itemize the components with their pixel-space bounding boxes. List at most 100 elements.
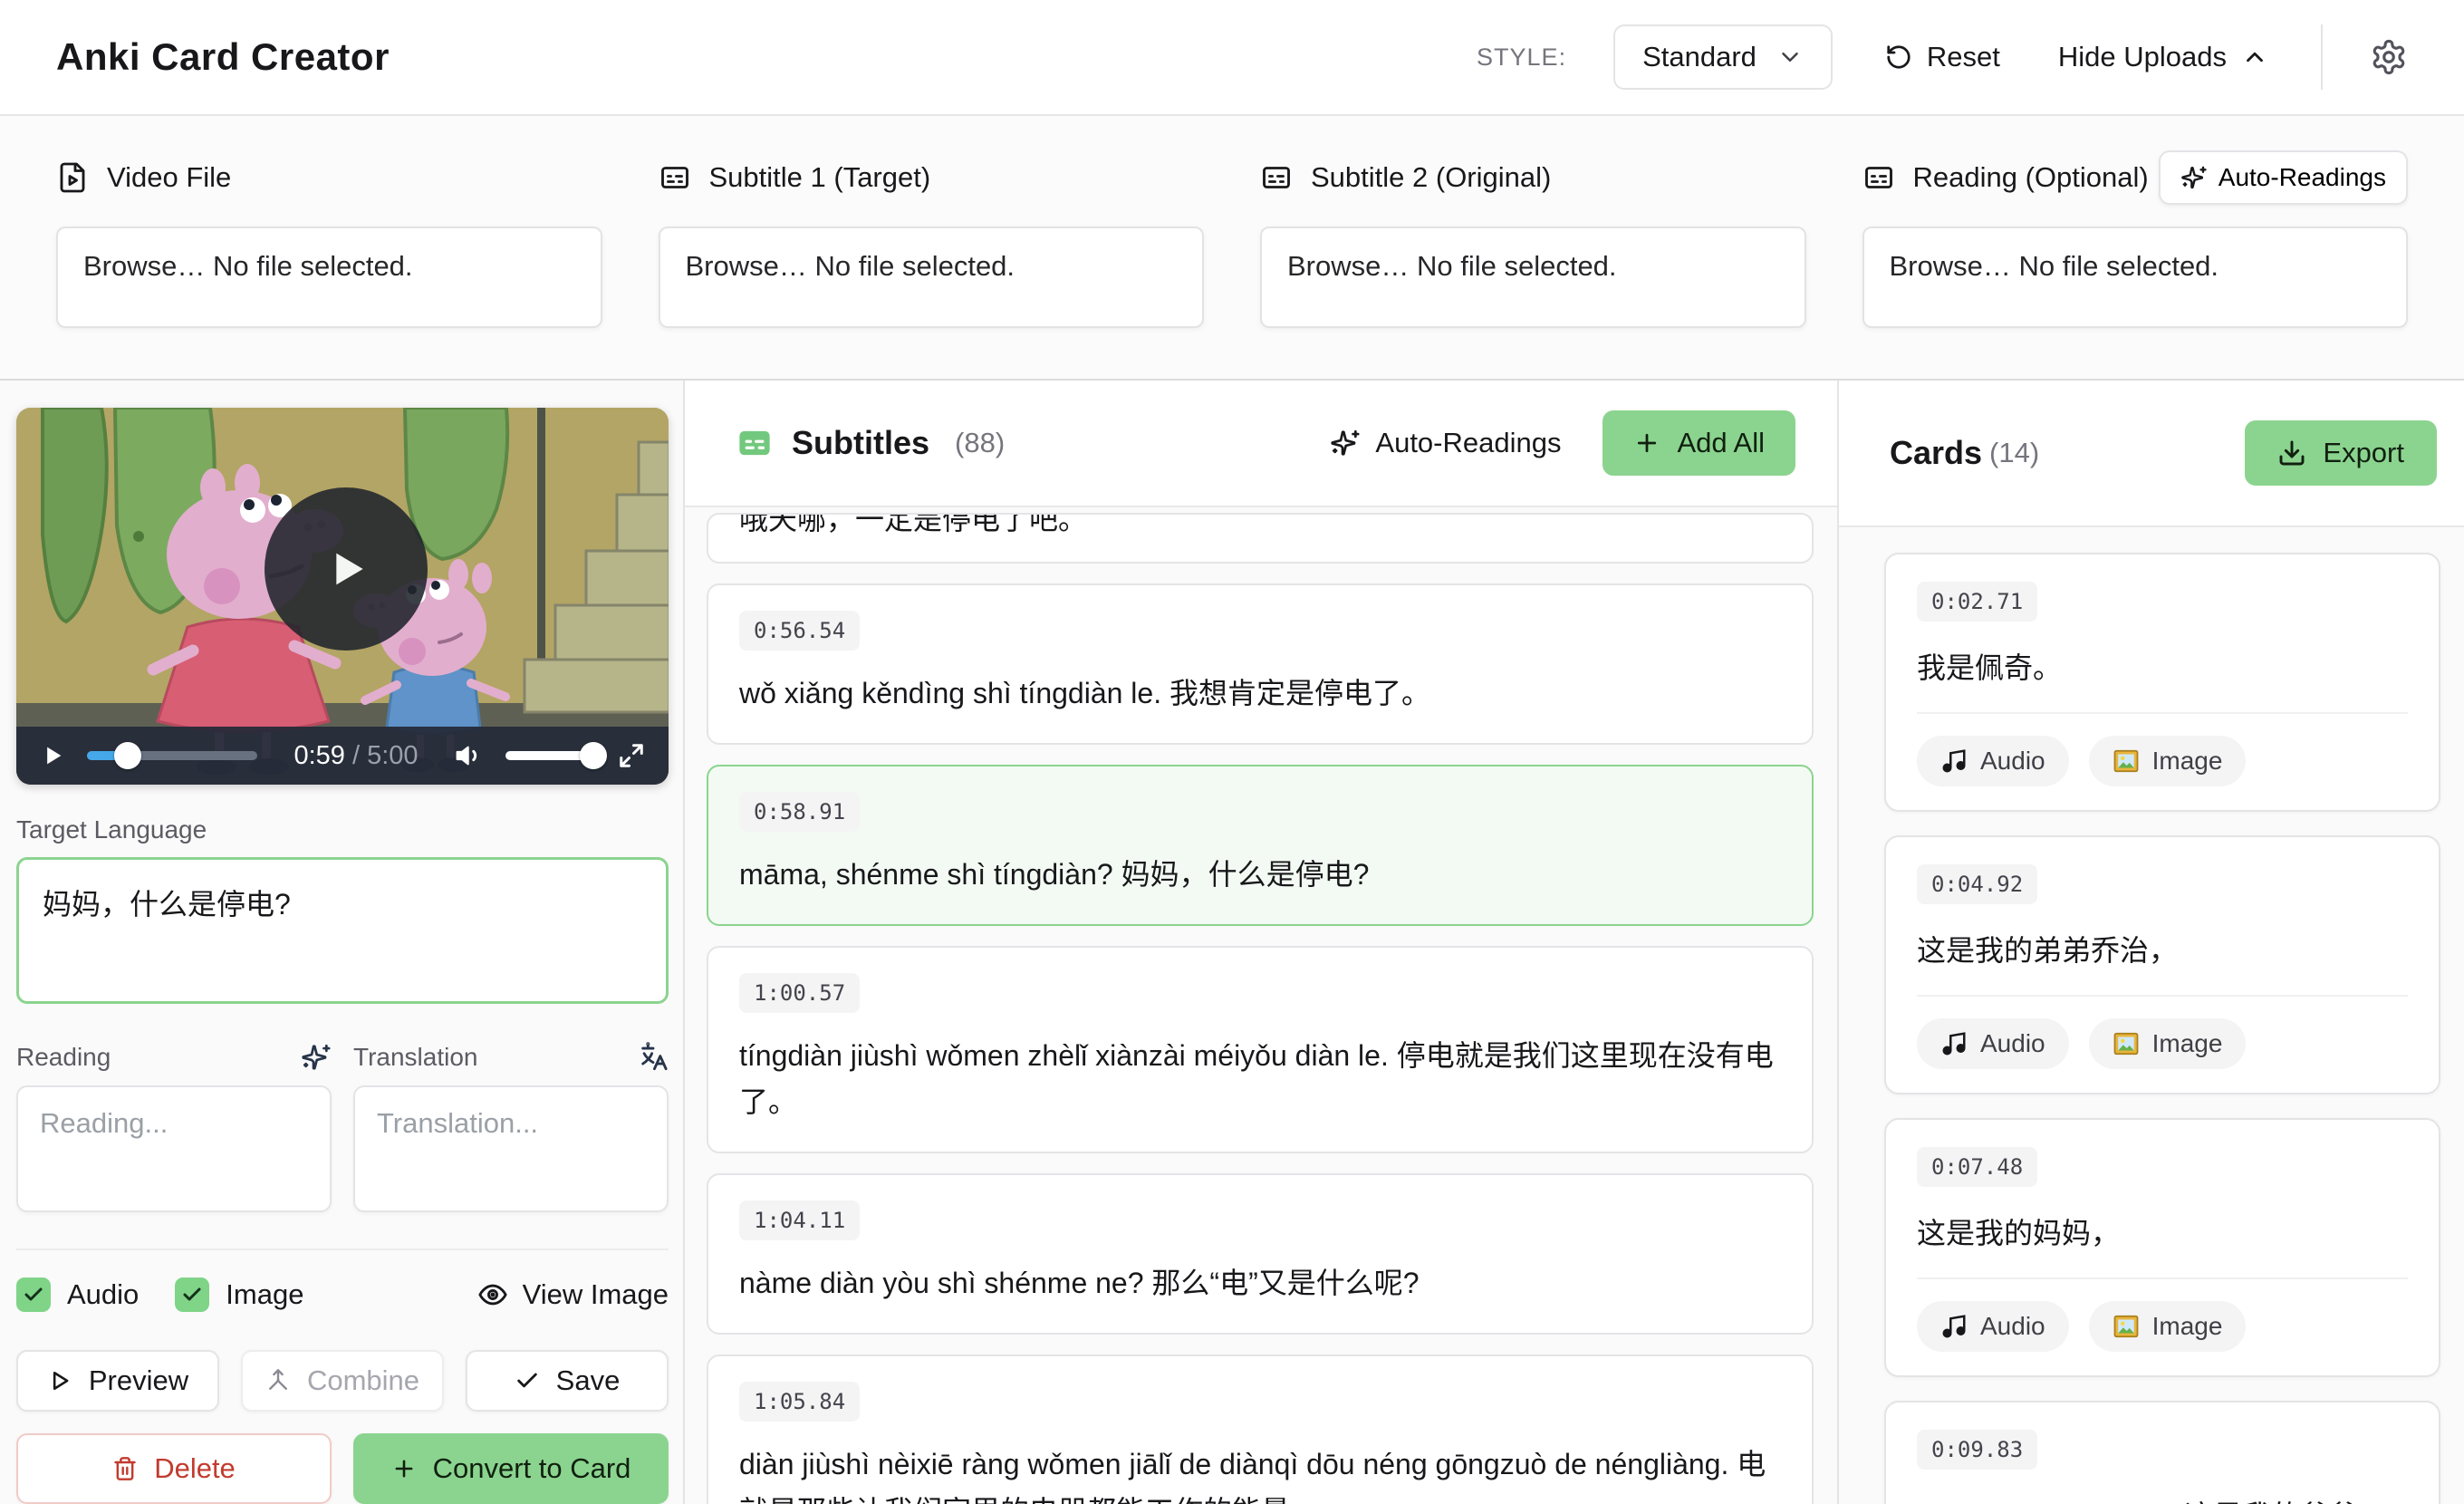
picture-icon bbox=[2113, 1030, 2140, 1057]
video-play-overlay-button[interactable] bbox=[265, 487, 428, 651]
subtitle-timestamp: 0:58.91 bbox=[739, 792, 860, 832]
card-list[interactable]: 0:02.71我是佩奇。AudioImage0:04.92这是我的弟弟乔治，Au… bbox=[1839, 527, 2464, 1504]
card-timestamp: 0:07.48 bbox=[1917, 1147, 2037, 1187]
audio-checkbox-label: Audio bbox=[67, 1278, 139, 1311]
eye-icon bbox=[477, 1279, 508, 1310]
card-divider bbox=[1917, 995, 2408, 997]
save-button[interactable]: Save bbox=[466, 1350, 669, 1412]
captions-icon bbox=[659, 161, 691, 194]
subtitles-count: (88) bbox=[955, 427, 1005, 459]
subtitle-item[interactable]: 1:05.84 diàn jiùshì nèixiē ràng wǒmen jiā… bbox=[707, 1355, 1814, 1504]
subtitle-item[interactable]: 0:56.54wǒ xiǎng kěndìng shì tíngdiàn le.… bbox=[707, 583, 1814, 745]
subtitles-title: Subtitles bbox=[792, 424, 929, 462]
merge-icon bbox=[265, 1368, 291, 1393]
settings-gear-icon[interactable] bbox=[2370, 38, 2408, 76]
subtitle-list[interactable]: 哦天哪，一定是停电了吧。 0:56.54wǒ xiǎng kěndìng shì… bbox=[685, 507, 1837, 1504]
video-progress-bar[interactable] bbox=[87, 751, 257, 760]
upload-reading: Reading (Optional) Auto-Readings Browse…… bbox=[1862, 150, 2409, 328]
translation-label: Translation bbox=[353, 1043, 477, 1072]
upload-label: Subtitle 2 (Original) bbox=[1311, 161, 1551, 194]
plus-icon bbox=[1633, 429, 1660, 457]
app-header: Anki Card Creator STYLE: Standard Reset … bbox=[0, 0, 2464, 116]
subtitle-text: nàme diàn yòu shì shénme ne? 那么“电”又是什么呢? bbox=[739, 1260, 1781, 1307]
delete-button[interactable]: Delete bbox=[16, 1433, 332, 1504]
reading-label: Reading bbox=[16, 1043, 111, 1072]
upload-video-file: Video File Browse… No file selected. bbox=[56, 150, 602, 328]
captions-icon-green bbox=[736, 424, 774, 462]
subtitle-item[interactable]: 1:04.11nàme diàn yòu shì shénme ne? 那么“电… bbox=[707, 1173, 1814, 1335]
card-text: zhè shì wǒ de bàba. 这是我的爸爸。 bbox=[1917, 1493, 2408, 1504]
target-language-textarea[interactable]: 妈妈，什么是停电? bbox=[16, 857, 669, 1004]
translate-icon[interactable] bbox=[638, 1042, 669, 1073]
image-badge: Image bbox=[2089, 736, 2247, 786]
view-image-button[interactable]: View Image bbox=[477, 1278, 669, 1311]
add-all-button[interactable]: Add All bbox=[1603, 410, 1795, 476]
reading-field[interactable] bbox=[16, 1085, 332, 1212]
captions-icon bbox=[1862, 161, 1895, 194]
translation-field[interactable] bbox=[353, 1085, 669, 1212]
combine-button[interactable]: Combine bbox=[241, 1350, 444, 1412]
subtitle-text: māma, shénme shì tíngdiàn? 妈妈，什么是停电? bbox=[739, 852, 1781, 899]
reading-input[interactable]: Browse… No file selected. bbox=[1862, 227, 2409, 328]
card-timestamp: 0:09.83 bbox=[1917, 1430, 2037, 1470]
card-text: 我是佩奇。 bbox=[1917, 645, 2408, 687]
reset-label: Reset bbox=[1927, 41, 2000, 73]
preview-button[interactable]: Preview bbox=[16, 1350, 219, 1412]
subtitle-timestamp: 1:05.84 bbox=[739, 1382, 860, 1422]
image-checkbox[interactable] bbox=[175, 1277, 209, 1312]
volume-slider[interactable] bbox=[505, 751, 596, 760]
style-dropdown-value: Standard bbox=[1642, 41, 1757, 73]
card-item[interactable]: 0:07.48这是我的妈妈，AudioImage bbox=[1884, 1118, 2440, 1377]
subtitle-text: diàn jiùshì nèixiē ràng wǒmen jiālǐ de d… bbox=[739, 1441, 1781, 1504]
subtitles-panel: Subtitles (88) Auto-Readings Add All bbox=[685, 381, 1839, 1504]
card-timestamp: 0:04.92 bbox=[1917, 864, 2037, 904]
volume-thumb[interactable] bbox=[580, 742, 607, 769]
sparkles-icon[interactable] bbox=[301, 1042, 332, 1073]
uploads-section: Video File Browse… No file selected. Sub… bbox=[0, 116, 2464, 381]
check-icon bbox=[515, 1368, 540, 1393]
export-button[interactable]: Export bbox=[2245, 420, 2437, 486]
style-dropdown[interactable]: Standard bbox=[1613, 24, 1833, 90]
subtitle-2-input[interactable]: Browse… No file selected. bbox=[1260, 227, 1806, 328]
subtitle-item[interactable]: 1:00.57tíngdiàn jiùshì wǒmen zhèlǐ xiànz… bbox=[707, 946, 1814, 1154]
header-divider bbox=[2321, 24, 2323, 90]
subtitle-item-partial[interactable]: 哦天哪，一定是停电了吧。 bbox=[707, 513, 1814, 564]
music-note-icon bbox=[1940, 1030, 1968, 1057]
plus-icon bbox=[391, 1456, 417, 1481]
audio-checkbox[interactable] bbox=[16, 1277, 51, 1312]
card-item[interactable]: 0:09.83zhè shì wǒ de bàba. 这是我的爸爸。AudioI… bbox=[1884, 1401, 2440, 1504]
picture-icon bbox=[2113, 747, 2140, 775]
card-timestamp: 0:02.71 bbox=[1917, 582, 2037, 622]
reset-button[interactable]: Reset bbox=[1880, 40, 2006, 74]
image-checkbox-label: Image bbox=[226, 1278, 303, 1311]
reset-icon bbox=[1885, 43, 1912, 71]
video-time-display: 0:59 / 5:00 bbox=[279, 741, 433, 771]
video-player[interactable]: 0:59 / 5:00 bbox=[16, 408, 669, 785]
subtitle-1-input[interactable]: Browse… No file selected. bbox=[659, 227, 1205, 328]
video-progress-thumb[interactable] bbox=[114, 742, 141, 769]
image-badge: Image bbox=[2089, 1301, 2247, 1352]
cards-title: Cards bbox=[1890, 434, 1982, 472]
upload-label: Video File bbox=[107, 161, 231, 194]
video-file-input[interactable]: Browse… No file selected. bbox=[56, 227, 602, 328]
main-content: 0:59 / 5:00 Target Language 妈妈，什么是停电? R bbox=[0, 381, 2464, 1504]
style-label: STYLE: bbox=[1477, 43, 1566, 72]
auto-readings-button[interactable]: Auto-Readings bbox=[2159, 150, 2408, 205]
hide-uploads-button[interactable]: Hide Uploads bbox=[2053, 40, 2274, 74]
captions-icon bbox=[1260, 161, 1293, 194]
card-item[interactable]: 0:04.92这是我的弟弟乔治，AudioImage bbox=[1884, 835, 2440, 1094]
music-note-icon bbox=[1940, 1313, 1968, 1340]
chevron-down-icon bbox=[1776, 43, 1804, 71]
download-icon bbox=[2277, 439, 2306, 468]
volume-icon[interactable] bbox=[455, 741, 484, 770]
picture-icon bbox=[2113, 1313, 2140, 1340]
auto-readings-button-subtitles[interactable]: Auto-Readings bbox=[1330, 427, 1561, 459]
convert-to-card-button[interactable]: Convert to Card bbox=[353, 1433, 669, 1504]
play-outline-icon bbox=[47, 1368, 72, 1393]
subtitle-item[interactable]: 0:58.91 māma, shénme shì tíngdiàn? 妈妈，什么是… bbox=[707, 765, 1814, 926]
fullscreen-icon[interactable] bbox=[618, 742, 645, 769]
card-item[interactable]: 0:02.71我是佩奇。AudioImage bbox=[1884, 553, 2440, 812]
play-icon[interactable] bbox=[40, 743, 65, 768]
page-title: Anki Card Creator bbox=[56, 35, 390, 79]
card-text: 这是我的弟弟乔治， bbox=[1917, 928, 2408, 969]
